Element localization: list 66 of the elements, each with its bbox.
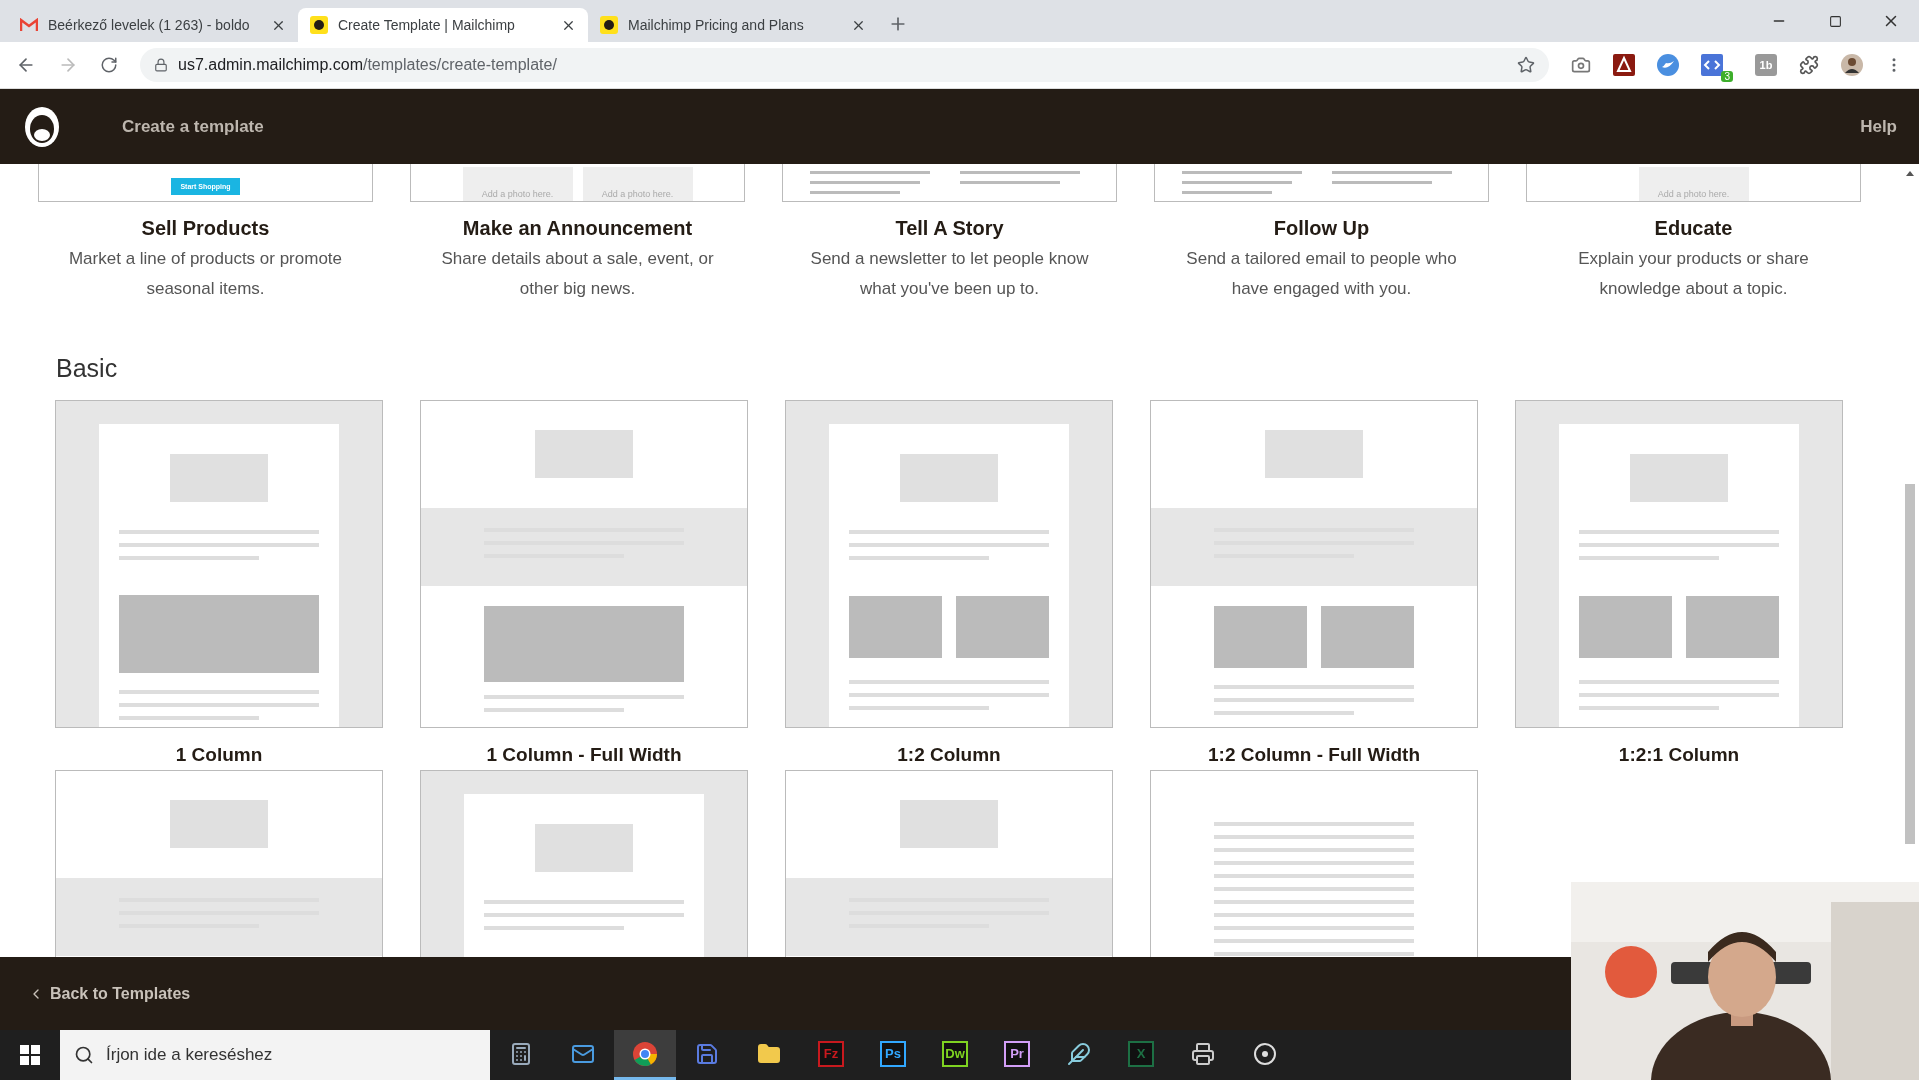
avatar-icon[interactable] — [1841, 54, 1863, 76]
camera-icon[interactable] — [1571, 55, 1592, 75]
template-description: Send a tailored email to people who have engaged with you. — [1185, 248, 1458, 300]
monkey-icon — [310, 16, 328, 34]
taskbar-button[interactable]: Pr — [986, 1030, 1048, 1080]
windows-icon[interactable] — [20, 1045, 40, 1065]
layout-thumbnail[interactable] — [1150, 400, 1478, 728]
layout-title: 1:2:1 Column — [1618, 744, 1740, 766]
layout-title: 1 Column - Full Width — [486, 744, 682, 766]
monkey-icon — [600, 16, 618, 34]
badge: 3 — [1721, 71, 1733, 82]
app-icon: X — [1128, 1040, 1154, 1067]
template-description: Market a line of products or promote seasonal items. — [67, 248, 344, 300]
layout-thumbnail[interactable] — [55, 400, 383, 728]
app-icon: Fz — [818, 1040, 844, 1067]
layout-title: 1:2 Column — [897, 744, 1001, 766]
back-link[interactable]: Back to Templates — [28, 984, 191, 1003]
template-title: Follow Up — [1273, 217, 1370, 240]
mail-icon — [20, 18, 38, 32]
app-icon: Ps — [880, 1040, 906, 1067]
help-link[interactable]: Help — [1860, 116, 1897, 137]
calculator-icon — [509, 1041, 533, 1066]
layout-thumbnail[interactable] — [420, 400, 748, 728]
maximize-icon[interactable] — [1828, 14, 1842, 28]
extensions-icon[interactable] — [1799, 55, 1819, 75]
taskbar-button[interactable]: Dw — [924, 1030, 986, 1080]
template-title: Make an Announcement — [462, 217, 693, 240]
photo-placeholder: Add a photo here. — [462, 167, 573, 201]
app-icon: Dw — [942, 1040, 968, 1067]
app-icon: Pr — [1004, 1040, 1030, 1067]
code-icon[interactable] — [1701, 54, 1724, 76]
layout-title: 1:2 Column - Full Width — [1208, 744, 1420, 766]
page-title: Create a template — [122, 116, 264, 137]
section-heading: Basic — [56, 354, 119, 383]
bird-icon[interactable] — [1657, 54, 1680, 76]
taskbar-button[interactable]: Ps — [862, 1030, 924, 1080]
lock-icon — [154, 58, 168, 72]
printer-icon — [1191, 1041, 1215, 1066]
browser-tab[interactable]: Beérkező levelek (1 263) - boldo — [8, 8, 298, 42]
reload-icon[interactable] — [100, 56, 118, 74]
url-text: us7.admin.mailchimp.com/templates/create-template/ — [178, 56, 557, 74]
monkey-logo-icon[interactable] — [22, 104, 62, 149]
folder-icon — [757, 1041, 781, 1066]
template-description: Send a newsletter to let people know what you've been up to. — [809, 248, 1090, 300]
search-icon — [74, 1045, 94, 1065]
photo-placeholder: Add a photo here. — [1638, 167, 1749, 201]
photo-placeholder: Add a photo here. — [582, 167, 693, 201]
address-bar[interactable]: us7.admin.mailchimp.com/templates/create-template/ — [140, 48, 1550, 82]
layout-thumbnail[interactable] — [1515, 400, 1843, 728]
layout-title: 1 Column — [175, 744, 263, 766]
layout-thumbnail[interactable] — [785, 400, 1113, 728]
browser-tab[interactable]: Mailchimp Pricing and Plans — [588, 8, 878, 42]
acrobat-icon[interactable] — [1613, 54, 1636, 76]
circle-icon — [1253, 1041, 1277, 1066]
star-icon[interactable] — [1517, 56, 1536, 74]
quill-icon — [1067, 1041, 1091, 1066]
template-title: Tell A Story — [895, 217, 1004, 240]
browser-tab[interactable]: Create Template | Mailchimp — [298, 8, 588, 42]
template-description: Explain your products or share knowledge about a topic. — [1577, 248, 1810, 300]
template-title: Sell Products — [141, 217, 270, 240]
taskbar-button[interactable] — [614, 1030, 676, 1080]
search-field[interactable]: Írjon ide a kereséshez — [60, 1030, 490, 1080]
template-title: Educate — [1654, 217, 1733, 240]
chrome-icon — [632, 1040, 658, 1067]
placeholder-text: Írjon ide a kereséshez — [106, 1045, 273, 1065]
template-description: Share details about a sale, event, or other big news. — [440, 248, 715, 300]
